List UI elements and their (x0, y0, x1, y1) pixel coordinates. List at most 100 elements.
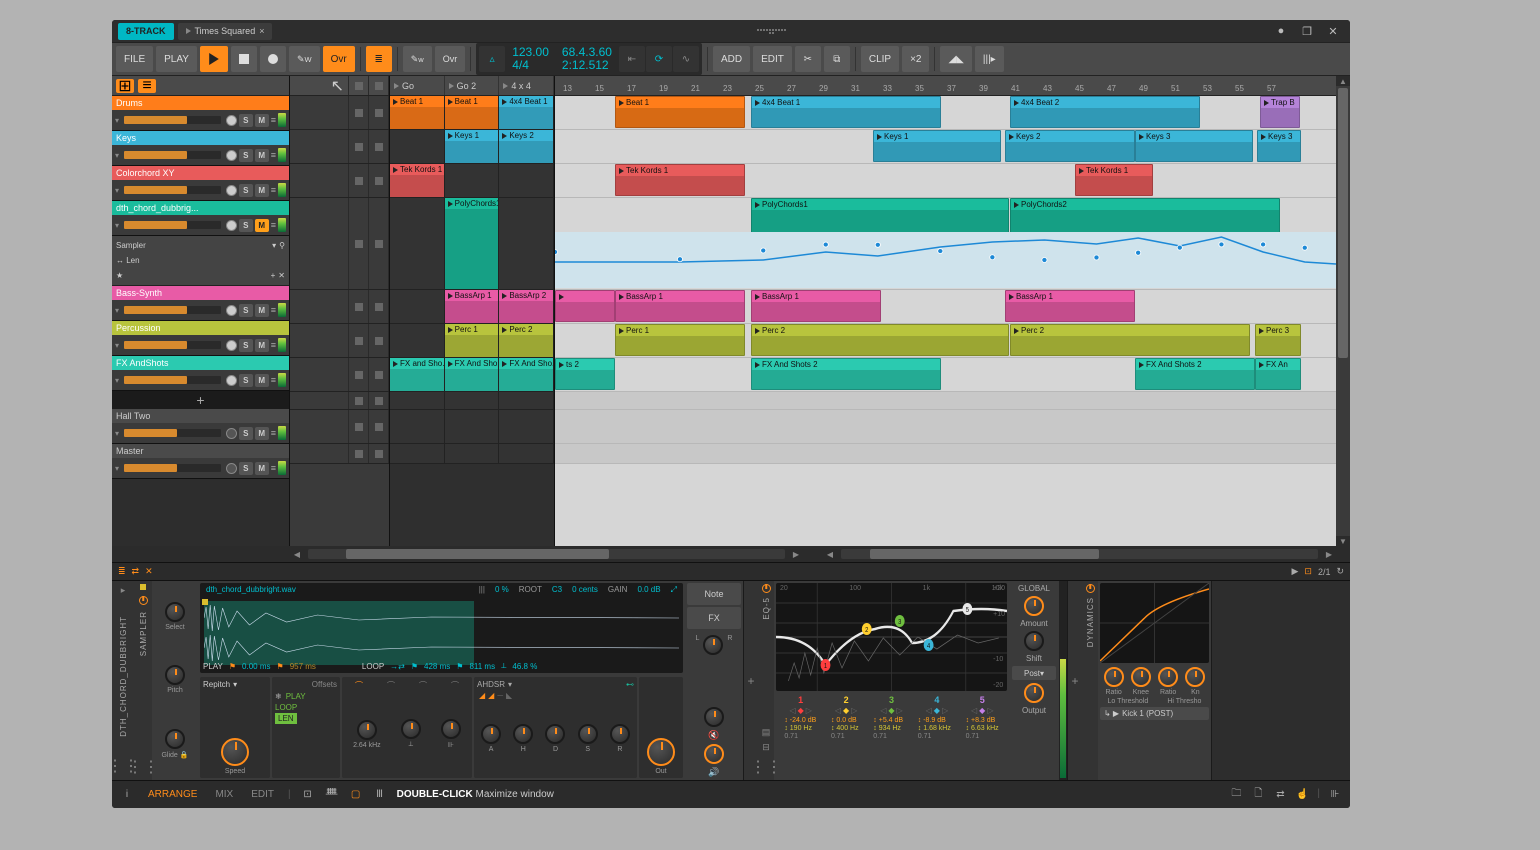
track-header[interactable]: FX AndShots ▾ S M ≡ (112, 356, 289, 391)
eq-shift-knob[interactable] (1024, 631, 1044, 651)
eq-band-values[interactable]: ↕ -8.9 dB↕ 1.68 kHz0.71 (918, 717, 951, 740)
expand-icon[interactable]: ▾ (115, 429, 119, 438)
dyn-kn-knob[interactable] (1185, 667, 1205, 687)
pin-icon[interactable]: ⚲ (279, 241, 285, 250)
loop-start[interactable]: 428 ms (424, 662, 450, 671)
track-menu-icon[interactable]: ≡ (271, 115, 276, 125)
timeline-clip[interactable]: Keys 3 (1257, 130, 1301, 162)
dyn-ratio-knob[interactable] (1104, 667, 1124, 687)
ahdsr-a-knob[interactable] (481, 724, 501, 744)
info-icon[interactable]: i (120, 788, 134, 802)
offset-k1[interactable] (357, 720, 377, 740)
solo-button[interactable]: S (239, 427, 253, 440)
mute-button[interactable]: M (255, 427, 269, 440)
expand-icon[interactable]: ▾ (115, 116, 119, 125)
dynamics-curve[interactable] (1100, 583, 1209, 663)
band-shape-icon[interactable]: ◆ (798, 706, 804, 715)
track-menu-icon[interactable]: ≡ (271, 305, 276, 315)
nav-lines-icon[interactable]: ≣ (118, 566, 126, 577)
timeline-clip[interactable]: Keys 3 (1135, 130, 1253, 162)
stop-clip[interactable] (369, 130, 389, 163)
footer-ic-4[interactable]: Ⅲ (373, 788, 387, 802)
solo-button[interactable]: S (239, 114, 253, 127)
track-name[interactable]: Colorchord XY (112, 166, 289, 180)
track-name[interactable]: dth_chord_dubbrig... (112, 201, 289, 215)
track-header[interactable]: Keys ▾ S M ≡ (112, 131, 289, 166)
timeline-clip[interactable]: Trap B (1260, 96, 1300, 128)
track-name[interactable]: Keys (112, 131, 289, 145)
stop-clip[interactable] (369, 198, 389, 289)
dyn-knee-knob[interactable] (1131, 667, 1151, 687)
clip-slot[interactable]: Keys 2 (499, 130, 554, 163)
nav-fwd-icon[interactable]: ▶ (1291, 566, 1298, 577)
timeline-row[interactable] (555, 410, 1336, 444)
nav-close-icon[interactable]: ✕ (145, 566, 153, 577)
track-header[interactable]: Percussion ▾ S M ≡ (112, 321, 289, 356)
solo-button[interactable]: S (239, 304, 253, 317)
loop-start-flag[interactable]: ⚑ (411, 662, 418, 671)
record-arm[interactable] (226, 185, 237, 196)
volume-fader[interactable] (124, 341, 221, 349)
loop-end-flag[interactable]: ⚑ (456, 662, 463, 671)
timeline-clip[interactable]: Perc 2 (751, 324, 1009, 356)
clip-slot[interactable]: Tek Kords 1 (390, 164, 445, 197)
star-icon[interactable]: ★ (116, 271, 123, 280)
clip-button[interactable]: CLIP (861, 46, 899, 72)
clip-slot[interactable]: Perc 2 (499, 324, 554, 357)
clip-slot[interactable]: FX And Sho.. (445, 358, 500, 391)
add-track-button[interactable]: + (112, 391, 289, 409)
expand-icon[interactable]: ▾ (115, 186, 119, 195)
zoom-button[interactable]: ×2 (902, 46, 929, 72)
fx-track-header[interactable]: Hall Two ▾ S M ≡ (112, 409, 289, 444)
band-shape-icon[interactable]: ◆ (979, 706, 985, 715)
pan-knob[interactable] (703, 635, 723, 655)
track-menu-icon[interactable]: ≡ (271, 375, 276, 385)
track-menu-icon[interactable]: ≡ (271, 150, 276, 160)
repitch-mode[interactable]: Repitch ▾ (203, 680, 267, 689)
footer-ic-3[interactable]: ▢ (349, 788, 363, 802)
touch-icon[interactable]: ☝ (1295, 788, 1309, 802)
track-menu-icon[interactable]: ≡ (271, 220, 276, 230)
timeline-row[interactable]: Tek Kords 1Tek Kords 1 (555, 164, 1336, 198)
track-name[interactable]: Percussion (112, 321, 289, 335)
sampler-sub[interactable]: Sampler▾⚲ ↔ Len ★+✕ (112, 236, 289, 286)
play-start[interactable]: 0.00 ms (242, 662, 270, 671)
timeline-clip[interactable] (555, 290, 615, 322)
track-header[interactable]: Colorchord XY ▾ S M ≡ (112, 166, 289, 201)
timeline-clip[interactable]: BassArp 1 (615, 290, 745, 322)
volume-fader[interactable] (124, 464, 221, 472)
ahdsr-menu[interactable]: ▾ (508, 680, 512, 689)
timeline-clip[interactable]: BassArp 1 (751, 290, 881, 322)
root-note[interactable]: C3 (552, 585, 562, 595)
clip-slot[interactable]: Keys 1 (445, 130, 500, 163)
record-arm[interactable] (226, 150, 237, 161)
solo-button[interactable]: S (239, 374, 253, 387)
timeline-row[interactable]: PolyChords1PolyChords2 (555, 198, 1336, 290)
eq-post-toggle[interactable]: Post ▾ (1012, 666, 1056, 680)
timeline-clip[interactable]: Tek Kords 1 (615, 164, 745, 196)
clip-slot[interactable]: BassArp 1 (445, 290, 500, 323)
tempo-display[interactable]: 123.004/4 (506, 46, 555, 72)
note-tab[interactable]: Note (687, 583, 741, 605)
dyn-sidechain[interactable]: ↳ ▶Kick 1 (POST) (1100, 707, 1209, 720)
minimize-icon[interactable]: ● (1270, 23, 1292, 39)
send-knob[interactable] (704, 707, 724, 727)
timeline-row[interactable]: ts 2FX And Shots 2FX And Shots 2FX An (555, 358, 1336, 392)
clip-slot[interactable]: Perc 1 (445, 324, 500, 357)
track-menu-icon[interactable]: ≡ (271, 463, 276, 473)
clip-slot[interactable] (390, 324, 445, 357)
mute-button[interactable]: M (255, 304, 269, 317)
expand-icon[interactable]: ▾ (115, 221, 119, 230)
timeline-hscroll[interactable]: ◀ ▶ ◀ ▶ (112, 546, 1350, 562)
waveform-display[interactable]: dth_chord_dubbright.wav ||| 0 % ROOTC3 0… (200, 583, 683, 673)
mute-icon[interactable]: 🔇 (708, 730, 719, 741)
timeline-row[interactable]: BassArp 1BassArp 1BassArp 1 (555, 290, 1336, 324)
clip-slot[interactable] (390, 198, 445, 289)
stop-clip[interactable] (369, 444, 389, 463)
volume-fader[interactable] (124, 151, 221, 159)
track-menu-icon[interactable]: ≡ (271, 340, 276, 350)
gain-val[interactable]: 0.0 dB (637, 585, 660, 595)
eq-view-a[interactable]: ▤ (762, 727, 771, 738)
timeline-row[interactable] (555, 444, 1336, 464)
duplicate-button[interactable]: ⧉ (824, 46, 850, 72)
